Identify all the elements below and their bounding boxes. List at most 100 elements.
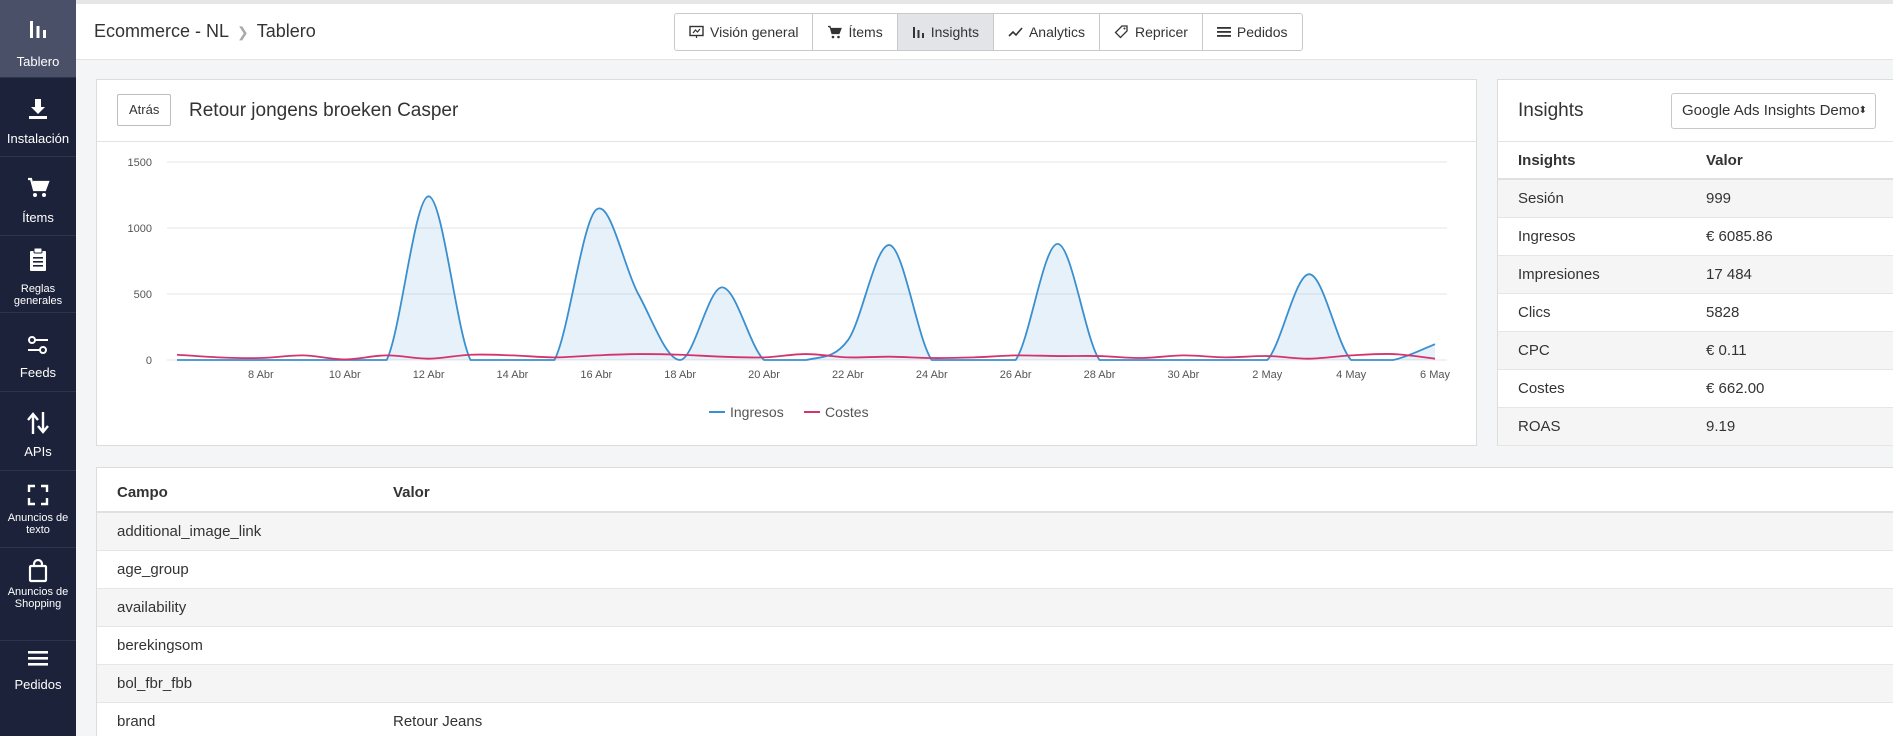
field-name: brand xyxy=(117,713,156,730)
sidebar-item-label: Pedidos xyxy=(14,677,62,692)
sort-caret-icon: ⬍ xyxy=(1858,105,1867,116)
tab-items[interactable]: Ítems xyxy=(813,14,898,50)
insights-row: CPC € 0.11 xyxy=(1498,332,1893,370)
field-name: age_group xyxy=(117,561,189,578)
sidebar-item-apis[interactable]: APIs xyxy=(0,393,76,471)
breadcrumb-root[interactable]: Ecommerce - NL xyxy=(94,21,229,41)
tab-label: Analytics xyxy=(1028,24,1085,40)
chevron-right-icon: ❯ xyxy=(237,24,249,40)
x-tick-label: 4 May xyxy=(1336,369,1366,381)
table-row: berekingsom xyxy=(97,627,1893,665)
insights-row: ROAS 9.19 xyxy=(1498,408,1893,446)
insights-row: Impresiones 17 484 xyxy=(1498,256,1893,294)
cart-icon xyxy=(0,176,76,202)
insights-panel: Insights Google Ads Insights Demo ⬍ Insi… xyxy=(1497,79,1893,446)
legend-label: Costes xyxy=(825,404,869,420)
series-line-costes xyxy=(176,353,1436,361)
table-row: additional_image_link xyxy=(97,513,1893,551)
y-tick-label: 0 xyxy=(146,355,152,367)
select-value: Google Ads Insights Demo xyxy=(1682,102,1860,119)
sidebar-item-items[interactable]: Ítems xyxy=(0,158,76,236)
expand-icon xyxy=(0,484,76,510)
table-row: availability xyxy=(97,589,1893,627)
fields-table-header: Campo Valor xyxy=(97,468,1893,513)
chart-header: Atrás Retour jongens broeken Casper xyxy=(97,80,1476,142)
cart-icon xyxy=(828,25,843,39)
x-tick-label: 12 Abr xyxy=(413,369,445,381)
insights-table-header: Insights Valor xyxy=(1498,142,1893,180)
insights-row: Ingresos € 6085.86 xyxy=(1498,218,1893,256)
insight-value: Valor xyxy=(1706,152,1743,169)
sidebar-item-tablero[interactable]: Tablero xyxy=(0,0,76,78)
field-name: Campo xyxy=(117,484,168,501)
insights-source-select[interactable]: Google Ads Insights Demo ⬍ xyxy=(1671,93,1876,129)
insights-header: Insights Google Ads Insights Demo ⬍ xyxy=(1498,80,1893,142)
arrows-updown-icon xyxy=(0,410,76,436)
field-value: Valor xyxy=(393,484,430,501)
tab-label: Pedidos xyxy=(1236,24,1288,40)
sidebar-item-anuncios-shopping[interactable]: Anuncios de Shopping xyxy=(0,549,76,641)
field-name: additional_image_link xyxy=(117,523,262,540)
sidebar-item-anuncios-texto[interactable]: Anuncios de texto xyxy=(0,472,76,548)
field-name: bol_fbr_fbb xyxy=(117,675,193,692)
sidebar-item-feeds[interactable]: Feeds xyxy=(0,314,76,392)
insights-row: Clics 5828 xyxy=(1498,294,1893,332)
fields-table: Campo Valor additional_image_link age_group… xyxy=(96,467,1893,736)
x-tick-label: 30 Abr xyxy=(1167,369,1199,381)
x-tick-label: 28 Abr xyxy=(1084,369,1116,381)
insight-value: 17 484 xyxy=(1706,266,1752,283)
insight-key: Costes xyxy=(1518,380,1565,397)
list-icon xyxy=(1216,27,1231,37)
x-tick-label: 16 Abr xyxy=(580,369,612,381)
x-tick-label: 2 May xyxy=(1252,369,1282,381)
insights-row: Costes € 662.00 xyxy=(1498,370,1893,408)
table-row: bol_fbr_fbb xyxy=(97,665,1893,703)
insight-key: Insights xyxy=(1518,152,1576,169)
top-bar: Ecommerce - NL ❯ Tablero Visión general Ít… xyxy=(76,0,1893,60)
insight-value: € 0.11 xyxy=(1706,342,1747,359)
breadcrumb-current: Tablero xyxy=(256,21,316,41)
sidebar-item-label: Tablero xyxy=(16,54,60,69)
sidebar-item-label: Reglas generales xyxy=(13,283,63,307)
tab-vision-general[interactable]: Visión general xyxy=(675,14,814,50)
insight-value: 5828 xyxy=(1706,304,1740,321)
chart-title: Retour jongens broeken Casper xyxy=(189,100,459,121)
insight-key: ROAS xyxy=(1518,418,1561,435)
download-icon xyxy=(0,97,76,123)
bar-chart-icon xyxy=(912,27,924,38)
x-tick-label: 18 Abr xyxy=(664,369,696,381)
series-line-ingresos xyxy=(177,195,1436,361)
insight-value: € 662.00 xyxy=(1706,380,1765,397)
table-row: brand Retour Jeans xyxy=(97,703,1893,736)
trend-line-icon xyxy=(1008,27,1023,37)
tab-pedidos[interactable]: Pedidos xyxy=(1203,14,1302,50)
sliders-icon xyxy=(0,334,76,360)
y-tick-label: 500 xyxy=(134,289,152,301)
insight-key: Ingresos xyxy=(1518,228,1576,245)
view-tabs: Visión general Ítems Insights Analytics … xyxy=(674,13,1303,51)
tab-label: Repricer xyxy=(1135,24,1188,40)
insight-value: 999 xyxy=(1706,190,1732,207)
x-tick-label: 24 Abr xyxy=(916,369,948,381)
insight-value: € 6085.86 xyxy=(1706,228,1773,245)
sidebar-item-pedidos[interactable]: Pedidos xyxy=(0,642,76,722)
sidebar-item-label: Instalación xyxy=(6,131,70,146)
y-tick-label: 1000 xyxy=(128,223,152,235)
back-button[interactable]: Atrás xyxy=(117,94,172,126)
chart-panel: Atrás Retour jongens broeken Casper 0 500… xyxy=(96,79,1477,446)
tab-insights[interactable]: Insights xyxy=(897,14,994,50)
sidebar-item-reglas[interactable]: Reglas generales xyxy=(0,237,76,313)
x-tick-label: 8 Abr xyxy=(248,369,274,381)
tab-repricer[interactable]: Repricer xyxy=(1100,14,1203,50)
insight-value: 9.19 xyxy=(1706,418,1736,435)
series-area-ingresos xyxy=(177,196,1435,360)
sidebar: Tablero Instalación Ítems Reglas general… xyxy=(0,0,76,736)
insight-key: Impresiones xyxy=(1518,266,1600,283)
tab-analytics[interactable]: Analytics xyxy=(994,14,1100,50)
x-tick-label: 10 Abr xyxy=(329,369,361,381)
presentation-icon xyxy=(689,25,704,38)
insights-title: Insights xyxy=(1518,100,1584,121)
x-tick-label: 26 Abr xyxy=(1000,369,1032,381)
tag-icon xyxy=(1114,25,1128,39)
sidebar-item-instalacion[interactable]: Instalación xyxy=(0,79,76,157)
